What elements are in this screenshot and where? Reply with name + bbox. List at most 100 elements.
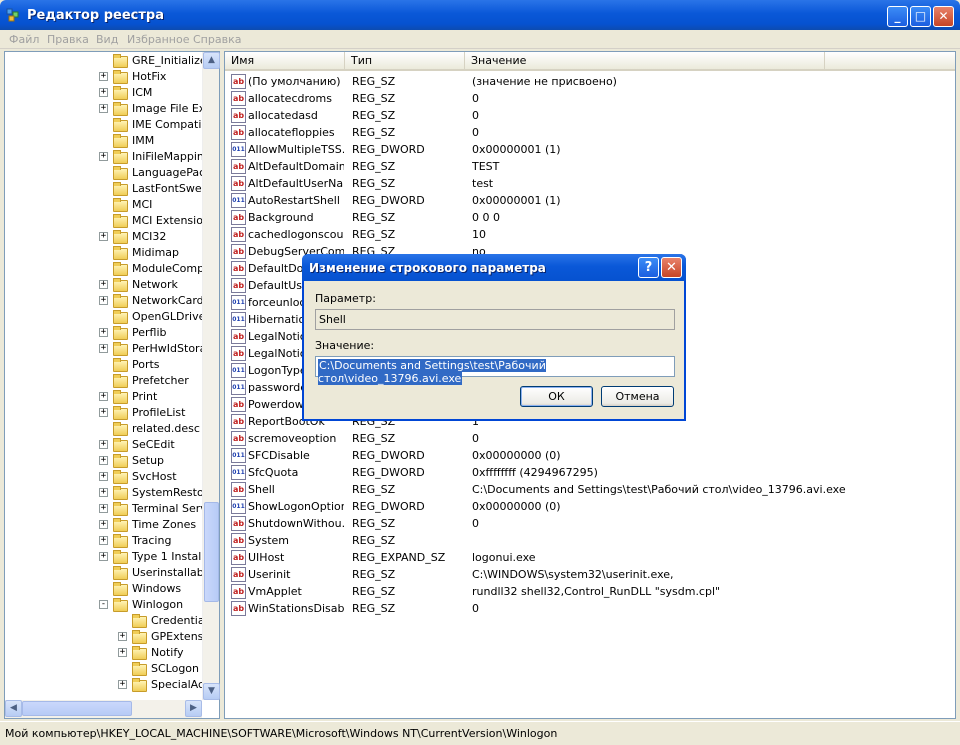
tree-horizontal-scrollbar[interactable]: ◀ ▶ <box>5 700 202 718</box>
dialog-close-button[interactable]: ✕ <box>661 257 682 278</box>
tree-item[interactable]: + IniFileMapping <box>5 149 211 165</box>
tree-item[interactable]: + SpecialAcc <box>5 677 210 693</box>
expand-icon[interactable]: + <box>99 72 108 81</box>
scroll-left-button[interactable]: ◀ <box>5 700 22 717</box>
tree-hscroll-thumb[interactable] <box>22 701 132 716</box>
value-row[interactable]: ab allocatecdroms REG_SZ 0 <box>225 90 955 107</box>
tree-item[interactable]: + Network <box>5 277 201 293</box>
expand-icon[interactable]: + <box>99 328 108 337</box>
tree-item[interactable]: Prefetcher <box>5 373 201 389</box>
tree-item[interactable]: + SeCEdit <box>5 437 201 453</box>
tree-item[interactable]: related.desc <box>5 421 201 437</box>
collapse-icon[interactable]: - <box>99 600 108 609</box>
value-row[interactable]: abAltDefaultDomain... REG_SZ TEST <box>225 158 955 175</box>
tree-vertical-scrollbar[interactable]: ▲ ▼ <box>202 52 220 700</box>
scroll-up-button[interactable]: ▲ <box>203 52 220 69</box>
tree-item[interactable]: SCLogon <box>5 661 201 677</box>
value-row[interactable]: ab allocatedasd REG_SZ 0 <box>225 107 955 124</box>
menu-help[interactable]: Справка <box>193 33 241 46</box>
tree-item[interactable]: + Tracing <box>5 533 201 549</box>
column-type-header[interactable]: Тип <box>345 52 465 70</box>
column-value-header[interactable]: Значение <box>465 52 825 70</box>
scroll-right-button[interactable]: ▶ <box>185 700 202 717</box>
expand-icon[interactable]: + <box>99 456 108 465</box>
dialog-title-bar[interactable]: Изменение строкового параметра ? ✕ <box>302 254 686 281</box>
edit-string-dialog[interactable]: Изменение строкового параметра ? ✕ Парам… <box>302 254 686 421</box>
value-row[interactable]: abcachedlogonscount REG_SZ 10 <box>225 226 955 243</box>
value-row[interactable]: ab scremoveoption REG_SZ 0 <box>225 430 955 447</box>
tree-item[interactable]: IME Compatibi <box>5 117 211 133</box>
column-name-header[interactable]: Имя <box>225 52 345 70</box>
value-row[interactable]: ab Background REG_SZ 0 0 0 <box>225 209 955 226</box>
expand-icon[interactable]: + <box>99 280 108 289</box>
tree-item[interactable]: + Type 1 Installe <box>5 549 211 565</box>
tree-item[interactable]: + Print <box>5 389 201 405</box>
expand-icon[interactable]: + <box>99 232 108 241</box>
key-tree[interactable]: GRE_Initialize + HotFix + ICM + Image File Exe… <box>4 51 220 719</box>
tree-item[interactable]: + SvcHost <box>5 469 201 485</box>
tree-item[interactable]: MCI <box>5 197 201 213</box>
tree-item[interactable]: + NetworkCards <box>5 293 209 309</box>
value-row[interactable]: ab allocatefloppies REG_SZ 0 <box>225 124 955 141</box>
expand-icon[interactable]: + <box>99 440 108 449</box>
scroll-down-button[interactable]: ▼ <box>203 683 220 700</box>
menu-file[interactable]: Файл <box>9 33 39 46</box>
value-row[interactable]: ab ShutdownWithou... REG_SZ 0 <box>225 515 955 532</box>
expand-icon[interactable]: + <box>99 408 108 417</box>
value-row[interactable]: ab AltDefaultUserNa... REG_SZ test <box>225 175 955 192</box>
expand-icon[interactable]: + <box>99 504 108 513</box>
tree-item[interactable]: Windows <box>5 581 201 597</box>
tree-item[interactable]: + PerHwIdStorac <box>5 341 212 357</box>
value-row[interactable]: ab (По умолчанию) REG_SZ (значение не присв… <box>225 73 955 90</box>
ok-button[interactable]: ОК <box>520 386 593 407</box>
value-row[interactable]: ab VmApplet REG_SZ rundll32 shell32,Control… <box>225 583 955 600</box>
value-row[interactable]: ab Shell REG_SZ C:\Documents and Settings\t… <box>225 481 955 498</box>
maximize-button[interactable]: □ <box>910 6 931 27</box>
tree-item[interactable]: Credential <box>5 613 208 629</box>
title-bar[interactable]: Редактор реестра _ □ ✕ <box>0 0 960 30</box>
cancel-button[interactable]: Отмена <box>601 386 674 407</box>
value-row[interactable]: abWinStationsDisab... REG_SZ 0 <box>225 600 955 617</box>
expand-icon[interactable]: + <box>99 488 108 497</box>
tree-item[interactable]: + Terminal Serve <box>5 501 214 517</box>
tree-item[interactable]: + SystemRestore <box>5 485 215 501</box>
tree-item[interactable]: LastFontSwee <box>5 181 208 197</box>
tree-item[interactable]: + GPExtensio <box>5 629 213 645</box>
tree-item[interactable]: Ports <box>5 357 201 373</box>
menu-edit[interactable]: Правка <box>47 33 89 46</box>
tree-item[interactable]: LanguagePack <box>5 165 212 181</box>
tree-item[interactable]: IMM <box>5 133 201 149</box>
expand-icon[interactable]: + <box>118 648 127 657</box>
expand-icon[interactable]: + <box>118 632 127 641</box>
expand-icon[interactable]: + <box>118 680 127 689</box>
tree-item[interactable]: + Perflib <box>5 325 201 341</box>
tree-item[interactable]: + Time Zones <box>5 517 201 533</box>
value-row[interactable]: 011 SFCDisable REG_DWORD 0x00000000 (0) <box>225 447 955 464</box>
tree-item[interactable]: + ICM <box>5 85 201 101</box>
menu-view[interactable]: Вид <box>96 33 118 46</box>
tree-item[interactable]: + Notify <box>5 645 201 661</box>
value-row[interactable]: ab Userinit REG_SZ C:\WINDOWS\system32\user… <box>225 566 955 583</box>
expand-icon[interactable]: + <box>99 104 108 113</box>
value-row[interactable]: 011 ShowLogonOptions REG_DWORD 0x00000000 (… <box>225 498 955 515</box>
tree-item[interactable]: - Winlogon <box>5 597 201 613</box>
menu-favorites[interactable]: Избранное <box>127 33 189 46</box>
expand-icon[interactable]: + <box>99 520 108 529</box>
help-button[interactable]: ? <box>638 257 659 278</box>
tree-item[interactable]: Userinstallable <box>5 565 214 581</box>
value-row[interactable]: ab UIHost REG_EXPAND_SZ logonui.exe <box>225 549 955 566</box>
tree-scroll-thumb[interactable] <box>204 502 219 602</box>
value-row[interactable]: 011 AutoRestartShell REG_DWORD 0x00000001 (… <box>225 192 955 209</box>
value-row[interactable]: 011 SfcQuota REG_DWORD 0xffffffff (42949672… <box>225 464 955 481</box>
expand-icon[interactable]: + <box>99 344 108 353</box>
expand-icon[interactable]: + <box>99 296 108 305</box>
close-button[interactable]: ✕ <box>933 6 954 27</box>
tree-item[interactable]: + Setup <box>5 453 201 469</box>
tree-item[interactable]: MCI Extension <box>5 213 210 229</box>
tree-item[interactable]: + HotFix <box>5 69 201 85</box>
expand-icon[interactable]: + <box>99 392 108 401</box>
expand-icon[interactable]: + <box>99 152 108 161</box>
value-row[interactable]: 011 AllowMultipleTSS... REG_DWORD 0x0000000… <box>225 141 955 158</box>
expand-icon[interactable]: + <box>99 536 108 545</box>
tree-item[interactable]: GRE_Initialize <box>5 53 207 69</box>
